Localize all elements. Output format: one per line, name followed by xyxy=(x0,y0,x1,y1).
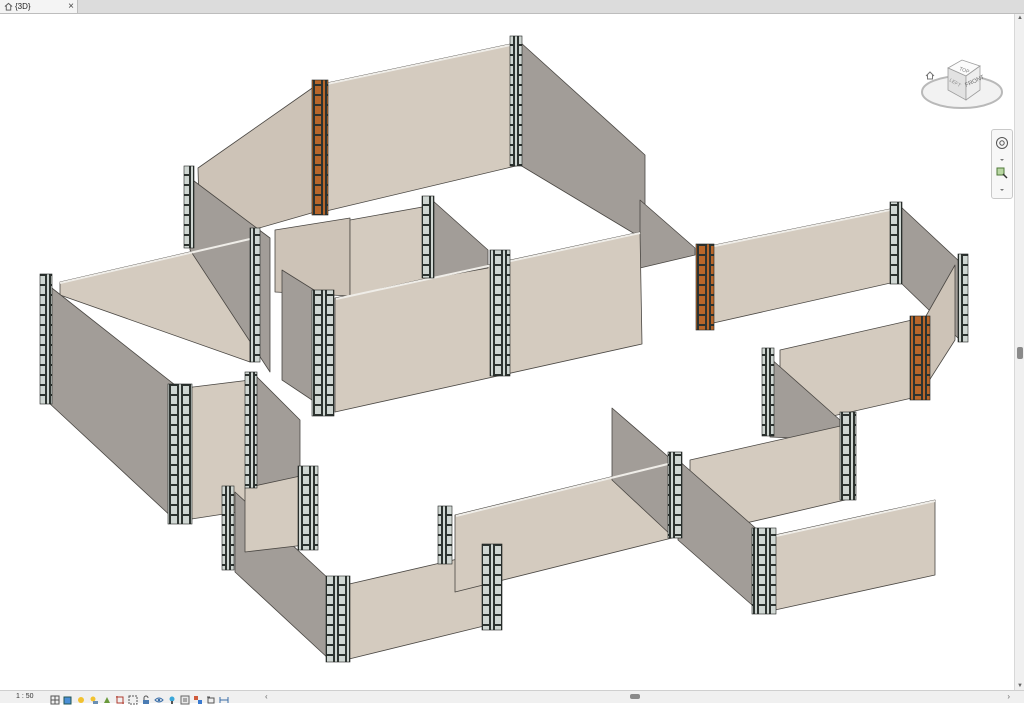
formwork-column xyxy=(311,289,335,417)
close-icon[interactable]: × xyxy=(68,0,74,13)
dropdown-arrow-icon[interactable] xyxy=(995,182,1009,196)
crop-view-icon[interactable] xyxy=(115,692,125,704)
view-control-bar: 1 : 50 ‹ › xyxy=(0,690,1024,705)
tab-label: {3D} xyxy=(15,2,31,11)
horizontal-scrollbar[interactable]: ‹ › xyxy=(265,692,1010,701)
scroll-up-icon[interactable]: ▲ xyxy=(1016,15,1024,21)
formwork-column xyxy=(957,253,969,343)
formwork-column xyxy=(909,315,931,401)
wall-right-upper xyxy=(699,207,896,327)
wall-back-top xyxy=(321,41,521,213)
formwork-column xyxy=(839,411,857,501)
3d-viewport[interactable]: TOP FRONT LEFT xyxy=(0,14,1014,690)
wall-back-right-diagonal xyxy=(519,41,646,241)
formwork-column xyxy=(667,451,683,539)
formwork-column xyxy=(249,227,261,363)
viewcube[interactable]: TOP FRONT LEFT xyxy=(914,54,1004,120)
show-analytical-icon[interactable] xyxy=(193,692,203,704)
steering-wheel-icon[interactable] xyxy=(995,136,1009,150)
detail-level-icon[interactable] xyxy=(50,692,60,705)
navigation-bar xyxy=(991,129,1013,199)
vertical-scroll-thumb[interactable] xyxy=(1017,347,1023,359)
dropdown-arrow-icon[interactable] xyxy=(995,152,1009,166)
wall-model[interactable] xyxy=(0,14,1014,690)
temporary-hide-icon[interactable] xyxy=(154,692,164,703)
horizontal-scroll-thumb[interactable] xyxy=(630,694,640,699)
constraints-icon[interactable] xyxy=(219,692,229,703)
formwork-column xyxy=(761,347,775,437)
formwork-column xyxy=(489,249,511,377)
highlight-displacement-icon[interactable] xyxy=(206,692,216,704)
reveal-hidden-icon[interactable] xyxy=(167,692,177,704)
view-tab-3d[interactable]: {3D} × xyxy=(0,0,78,13)
home-icon xyxy=(3,2,13,12)
rendering-icon[interactable] xyxy=(102,692,112,703)
home-view-icon xyxy=(925,71,935,80)
vertical-scrollbar[interactable]: ▲ ▼ xyxy=(1014,14,1024,690)
visual-style-icon[interactable] xyxy=(63,692,73,705)
formwork-column xyxy=(889,201,903,285)
formwork-column xyxy=(437,505,453,565)
formwork-column xyxy=(244,371,258,489)
view-scale[interactable]: 1 : 50 xyxy=(16,691,34,703)
sun-path-icon[interactable] xyxy=(76,692,86,703)
formwork-column xyxy=(297,465,319,551)
formwork-column xyxy=(481,543,503,631)
formwork-column xyxy=(39,273,53,405)
scroll-right-icon[interactable]: › xyxy=(1007,692,1010,701)
wall-right-inner-return xyxy=(639,199,696,269)
formwork-column xyxy=(509,35,523,167)
scroll-down-icon[interactable]: ▼ xyxy=(1016,683,1024,689)
formwork-column xyxy=(695,243,715,331)
shadows-icon[interactable] xyxy=(89,692,99,704)
formwork-column xyxy=(167,383,193,525)
unlock-3d-icon[interactable] xyxy=(141,692,151,704)
wall-room-side xyxy=(431,199,489,279)
scroll-left-icon[interactable]: ‹ xyxy=(265,692,268,701)
formwork-column xyxy=(183,165,195,249)
temporary-view-props-icon[interactable] xyxy=(180,692,190,705)
formwork-column xyxy=(751,527,777,615)
zoom-region-icon[interactable] xyxy=(995,166,1009,180)
wall-front-right xyxy=(774,499,936,611)
view-tab-bar: {3D} × xyxy=(0,0,1024,14)
formwork-column xyxy=(421,195,435,279)
formwork-column xyxy=(311,79,329,216)
show-crop-icon[interactable] xyxy=(128,692,138,705)
formwork-column xyxy=(221,485,235,571)
formwork-column xyxy=(325,575,351,663)
